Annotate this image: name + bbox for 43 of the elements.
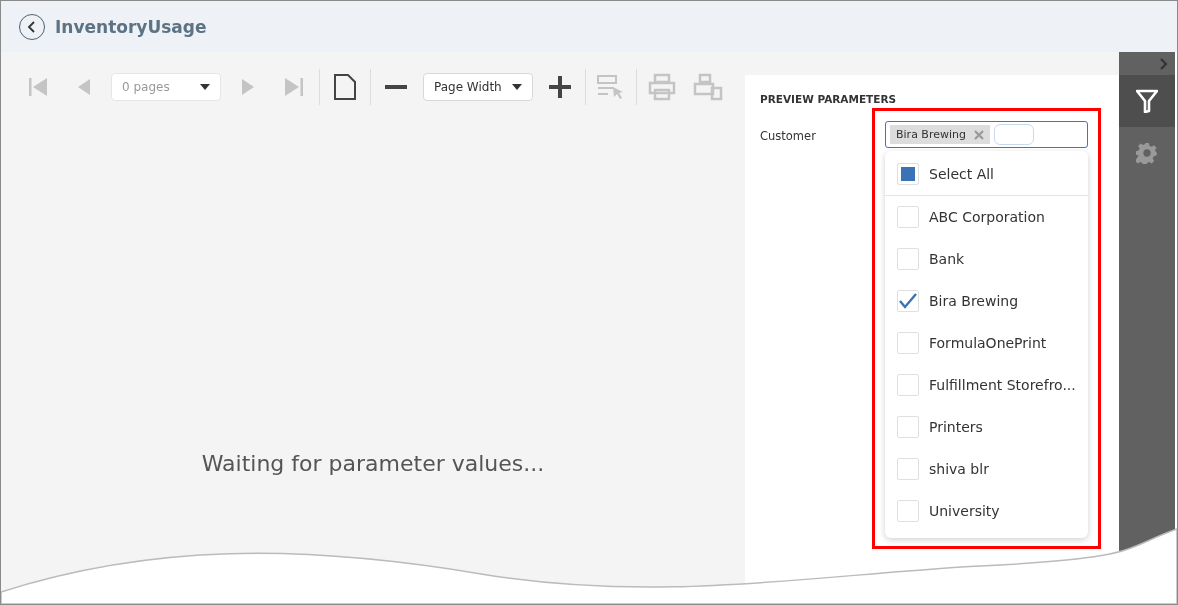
list-option[interactable]: Fulfillment Storefro...	[885, 364, 1088, 406]
first-page-icon	[26, 75, 50, 99]
selected-tag: Bira Brewing	[890, 125, 990, 144]
caret-icon	[200, 84, 210, 90]
checkbox[interactable]	[897, 500, 919, 522]
parameter-label: Customer	[760, 128, 817, 145]
select-cursor-icon	[597, 74, 625, 100]
checkbox[interactable]	[897, 416, 919, 438]
checkbox[interactable]	[897, 290, 919, 312]
filter-icon	[1136, 89, 1158, 113]
list-option[interactable]: Bira Brewing	[885, 280, 1088, 322]
panel-title: PREVIEW PARAMETERS	[760, 93, 898, 105]
minus-icon	[385, 85, 407, 89]
caret-icon	[512, 84, 522, 90]
last-page-icon	[282, 75, 306, 99]
select-all-option[interactable]: Select All	[885, 153, 1088, 196]
list-option[interactable]: University	[885, 490, 1088, 532]
list-option[interactable]: Bank	[885, 238, 1088, 280]
check-icon	[898, 292, 918, 310]
checkbox[interactable]	[897, 163, 919, 185]
filter-tab[interactable]	[1119, 75, 1175, 127]
list-option[interactable]: FormulaOnePrint	[885, 322, 1088, 364]
zoom-dropdown[interactable]: Page Width	[423, 73, 533, 101]
close-icon[interactable]	[973, 129, 984, 140]
checkbox[interactable]	[897, 332, 919, 354]
plus-icon	[548, 75, 572, 99]
checkbox[interactable]	[897, 206, 919, 228]
checkbox[interactable]	[897, 248, 919, 270]
multi-select-field[interactable]: Bira Brewing	[885, 121, 1088, 148]
page-icon	[332, 73, 358, 101]
status-message: Waiting for parameter values...	[201, 450, 545, 476]
chevron-left-icon	[27, 20, 37, 33]
checkbox[interactable]	[897, 374, 919, 396]
checkbox[interactable]	[897, 458, 919, 480]
chevron-right-icon	[1160, 58, 1168, 70]
printer-icon	[648, 73, 676, 101]
list-option[interactable]: Printers	[885, 406, 1088, 448]
print-page-icon	[693, 73, 723, 101]
list-option[interactable]: ABC Corporation	[885, 196, 1088, 238]
tag-input[interactable]	[993, 124, 1034, 145]
window-title: InventoryUsage	[55, 16, 207, 37]
settings-icon	[1136, 142, 1158, 164]
list-option[interactable]: shiva blr	[885, 448, 1088, 490]
